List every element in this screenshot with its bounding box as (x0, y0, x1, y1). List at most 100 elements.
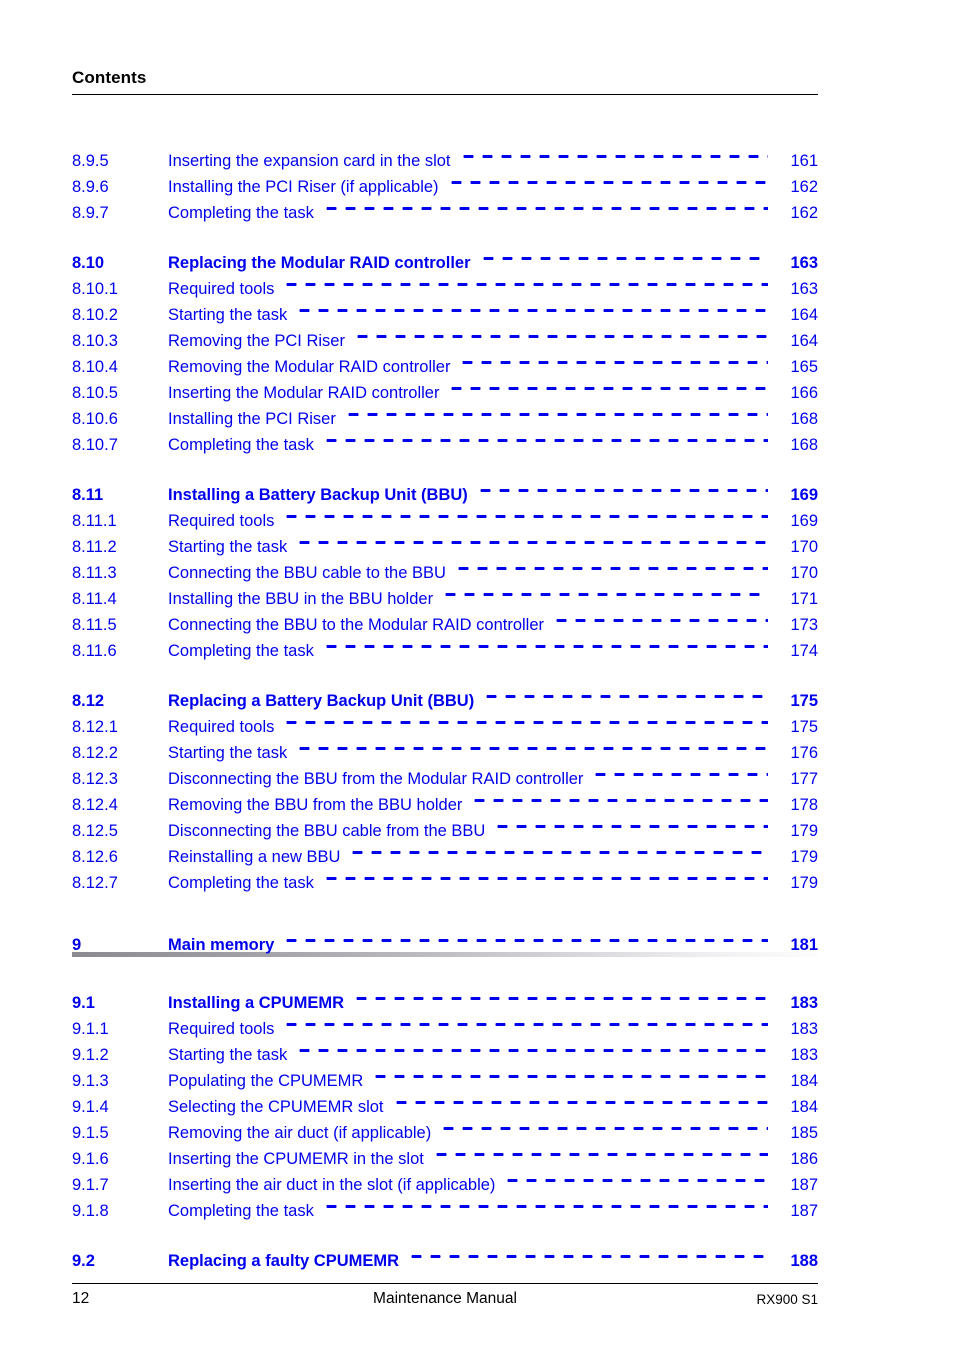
toc-dot-leader (295, 1034, 768, 1060)
toc-dot-leader (371, 1060, 768, 1086)
toc-entry-number: 8.10.1 (72, 280, 118, 298)
toc-entry-title: Completing the task (168, 874, 314, 892)
toc-entry-page-number: 184 (790, 1072, 818, 1090)
toc-dot-leader (295, 294, 768, 320)
toc-entry-page-number: 184 (790, 1098, 818, 1116)
toc-entry-number: 8.11.3 (72, 564, 117, 582)
toc-dot-leader (321, 424, 768, 450)
toc-entry-page-number: 175 (790, 718, 818, 736)
toc-dot-leader (282, 706, 768, 732)
toc-entry-number: 8.11.2 (72, 538, 117, 556)
toc-entry-page-number: 161 (790, 152, 818, 170)
toc-entry-title: Completing the task (168, 642, 314, 660)
toc-entry-page-number: 166 (790, 384, 818, 402)
toc-entry-9-1[interactable]: 9.1 Installing a CPUMEMR 183 (72, 982, 818, 1012)
toc-entry-8-12[interactable]: 8.12 Replacing a Battery Backup Unit (BBU… (72, 680, 818, 710)
toc-entry-page-number: 168 (790, 436, 818, 454)
toc-entry-title: Starting the task (168, 538, 288, 556)
toc-entry-number: 8.12.3 (72, 770, 118, 788)
toc-entry-number: 8.10.3 (72, 332, 118, 350)
toc-entry-page-number: 183 (790, 1046, 818, 1064)
document-page: Contents 8.9.5 Inserting the expansion ca… (0, 0, 954, 1349)
toc-entry-page-number: 187 (790, 1202, 818, 1220)
toc-dot-leader (503, 1164, 768, 1190)
footer-divider (72, 1283, 818, 1284)
toc-entry-title: Required tools (168, 1020, 275, 1038)
toc-entry-8-9-5[interactable]: 8.9.5 Inserting the expansion card in the… (72, 140, 818, 170)
page-title: Contents (72, 68, 147, 87)
toc-dot-leader (343, 398, 768, 424)
toc-entry-title: Completing the task (168, 204, 314, 222)
toc-dot-leader (407, 1240, 768, 1266)
toc-entry-number: 8.11 (72, 486, 104, 504)
toc-entry-page-number: 179 (790, 874, 818, 892)
toc-entry-page-number: 179 (790, 848, 818, 866)
toc-dot-leader (282, 500, 768, 526)
toc-dot-leader (321, 862, 768, 888)
toc-entry-title: Required tools (168, 280, 275, 298)
toc-entry-title: Removing the BBU from the BBU holder (168, 796, 463, 814)
toc-entry-page-number: 163 (790, 254, 818, 272)
toc-entry-page-number: 174 (790, 642, 818, 660)
toc-entry-8-11[interactable]: 8.11 Installing a Battery Backup Unit (BB… (72, 474, 818, 504)
toc-entry-number: 9.1.4 (72, 1098, 109, 1116)
toc-entry-title: Installing the PCI Riser (168, 410, 336, 428)
toc-entry-number: 9.1.3 (72, 1072, 109, 1090)
toc-dot-leader (446, 166, 768, 192)
toc-entry-page-number: 163 (790, 280, 818, 298)
toc-dot-leader (321, 192, 768, 218)
toc-entry-number: 8.12 (72, 692, 105, 710)
toc-entry-title: Populating the CPUMEMR (168, 1072, 364, 1090)
footer-document-title: Maintenance Manual (373, 1290, 517, 1307)
toc-entry-page-number: 162 (790, 204, 818, 222)
toc-entry-page-number: 170 (790, 564, 818, 582)
toc-dot-leader (591, 758, 768, 784)
toc-dot-leader (475, 474, 768, 500)
toc-dot-leader (352, 320, 768, 346)
toc-entry-number: 9.1.7 (72, 1176, 109, 1194)
toc-entry-number: 8.10.2 (72, 306, 118, 324)
toc-entry-page-number: 179 (790, 822, 818, 840)
toc-entry-title: Required tools (168, 718, 275, 736)
toc-entry-title: Main memory (168, 936, 275, 954)
toc-entry-page-number: 162 (790, 178, 818, 196)
toc-entry-8-10[interactable]: 8.10 Replacing the Modular RAID controlle… (72, 242, 818, 272)
toc-entry-page-number: 178 (790, 796, 818, 814)
toc-entry-page-number: 171 (790, 590, 818, 608)
toc-entry-number: 9 (72, 936, 82, 954)
toc-dot-leader (348, 836, 768, 862)
toc-entry-number: 8.9.6 (72, 178, 109, 196)
footer-product-name: RX900 S1 (756, 1292, 818, 1307)
toc-entry-number: 8.10.4 (72, 358, 118, 376)
toc-entry-number: 8.9.5 (72, 152, 109, 170)
toc-entry-title: Starting the task (168, 744, 288, 762)
toc-entry-page-number: 183 (790, 1020, 818, 1038)
toc-entry-number: 9.2 (72, 1252, 95, 1270)
toc-entry-title: Inserting the expansion card in the slot (168, 152, 451, 170)
toc-entry-number: 9.1.5 (72, 1124, 109, 1142)
toc-entry-9[interactable]: 9 Main memory 181 (72, 924, 818, 954)
toc-dot-leader (352, 982, 768, 1008)
toc-entry-title: Removing the PCI Riser (168, 332, 345, 350)
toc-dot-leader (439, 1112, 768, 1138)
toc-dot-leader (282, 1008, 768, 1034)
toc-dot-leader (478, 242, 768, 268)
toc-dot-leader (482, 680, 768, 706)
toc-dot-leader (447, 372, 768, 398)
toc-entry-9-2[interactable]: 9.2 Replacing a faulty CPUMEMR 188 (72, 1240, 818, 1270)
toc-dot-leader (282, 268, 768, 294)
toc-entry-page-number: 165 (790, 358, 818, 376)
toc-entry-page-number: 177 (790, 770, 818, 788)
toc-entry-number: 8.12.4 (72, 796, 118, 814)
toc-entry-title: Replacing a faulty CPUMEMR (168, 1252, 400, 1270)
toc-dot-leader (458, 346, 768, 372)
toc-dot-leader (295, 732, 768, 758)
toc-entry-number: 8.11.4 (72, 590, 117, 608)
toc-entry-page-number: 170 (790, 538, 818, 556)
page-header: Contents (72, 68, 818, 95)
toc-entry-number: 8.12.2 (72, 744, 118, 762)
toc-dot-leader (321, 630, 768, 656)
toc-entry-page-number: 164 (790, 332, 818, 350)
toc-dot-leader (458, 140, 768, 166)
